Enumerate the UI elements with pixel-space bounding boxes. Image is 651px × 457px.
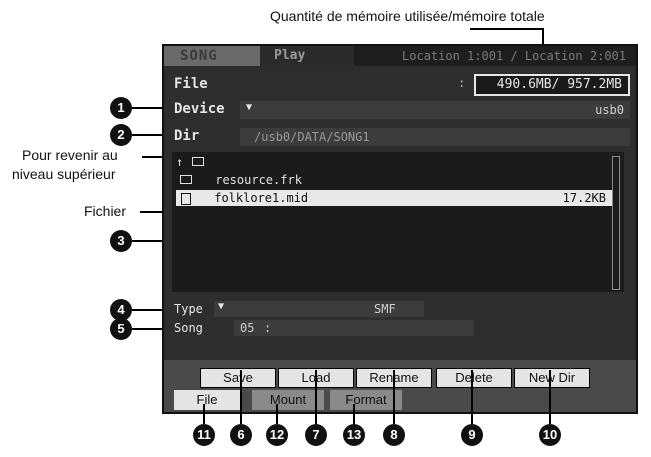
callout-11: 11 xyxy=(193,424,215,446)
list-item[interactable]: resource.frk xyxy=(176,172,612,188)
memory-readout: 490.6MB/ 957.2MB xyxy=(474,74,630,96)
callout-9: 9 xyxy=(461,424,483,446)
song-number: 05 xyxy=(240,321,255,335)
parent-dir-item[interactable]: ↑ xyxy=(176,154,216,170)
callout-1: 1 xyxy=(110,97,132,119)
new-dir-button[interactable]: New Dir xyxy=(514,368,590,388)
list-item-name: resource.frk xyxy=(215,173,302,187)
folder-icon xyxy=(192,157,205,166)
dropdown-arrow-icon: ▼ xyxy=(218,301,225,312)
callout-12-leader xyxy=(276,404,278,424)
memory-colon: : xyxy=(458,76,466,90)
callout-13: 13 xyxy=(343,424,365,446)
callout-3: 3 xyxy=(110,230,132,252)
dir-label: Dir xyxy=(174,128,200,144)
scrollbar[interactable] xyxy=(612,156,620,290)
callout-13-leader xyxy=(353,404,355,424)
song-label: Song xyxy=(174,321,203,335)
function-panel: Save Load Rename Delete New Dir File Mou… xyxy=(164,360,636,412)
song-field[interactable]: 05 : xyxy=(234,320,474,336)
list-item-name: folklore1.mid xyxy=(214,191,309,205)
callout-10-leader xyxy=(549,370,551,424)
type-label: Type xyxy=(174,302,203,316)
callout-5: 5 xyxy=(110,318,132,340)
callout-7: 7 xyxy=(305,424,327,446)
callout-12: 12 xyxy=(266,424,288,446)
device-label: Device xyxy=(174,101,225,117)
callout-9-leader xyxy=(471,370,473,424)
tab-format[interactable]: Format xyxy=(330,390,402,410)
file-list[interactable]: ↑ resource.frk folklore1.mid 17.2KB xyxy=(172,152,624,292)
file-annotation: Fichier xyxy=(84,203,127,219)
list-item-size: 17.2KB xyxy=(562,191,606,205)
memory-leader-horizontal xyxy=(470,28,544,30)
callout-8-leader xyxy=(393,370,395,424)
screen-title: File xyxy=(174,76,208,92)
callout-11-leader xyxy=(203,404,205,424)
list-item-selected[interactable]: folklore1.mid 17.2KB xyxy=(176,190,612,206)
header-bar: SONG Play Location 1:001 / Location 2:00… xyxy=(164,46,636,66)
delete-button[interactable]: Delete xyxy=(436,368,512,388)
location-readout: Location 1:001 / Location 2:001 xyxy=(402,49,626,63)
parent-arrow-icon: ↑ xyxy=(176,155,184,169)
callout-7-leader xyxy=(315,370,317,424)
callout-8: 8 xyxy=(383,424,405,446)
memory-annotation: Quantité de mémoire utilisée/mémoire tot… xyxy=(270,8,545,24)
dropdown-arrow-icon: ▼ xyxy=(246,102,253,113)
callout-6: 6 xyxy=(230,424,252,446)
callout-10: 10 xyxy=(539,424,561,446)
device-select[interactable]: ▼ usb0 xyxy=(240,101,630,119)
device-value: usb0 xyxy=(595,103,624,117)
dir-field[interactable]: /usb0/DATA/SONG1 xyxy=(240,128,630,146)
tab-file[interactable]: File xyxy=(174,390,240,410)
folder-icon xyxy=(180,175,192,184)
song-separator: : xyxy=(264,321,272,335)
dir-value: /usb0/DATA/SONG1 xyxy=(254,130,370,144)
tab-play[interactable]: Play xyxy=(260,46,354,66)
callout-6-leader xyxy=(240,370,242,424)
save-button[interactable]: Save xyxy=(200,368,276,388)
tab-mount[interactable]: Mount xyxy=(252,390,324,410)
parent-annotation-line1: Pour revenir au xyxy=(22,147,118,163)
lcd-screen: SONG Play Location 1:001 / Location 2:00… xyxy=(162,44,638,414)
callout-2: 2 xyxy=(110,124,132,146)
parent-annotation-line2: niveau supérieur xyxy=(12,166,116,182)
type-select[interactable]: ▼ SMF xyxy=(214,301,424,317)
file-icon xyxy=(181,192,191,205)
type-value: SMF xyxy=(374,302,396,316)
